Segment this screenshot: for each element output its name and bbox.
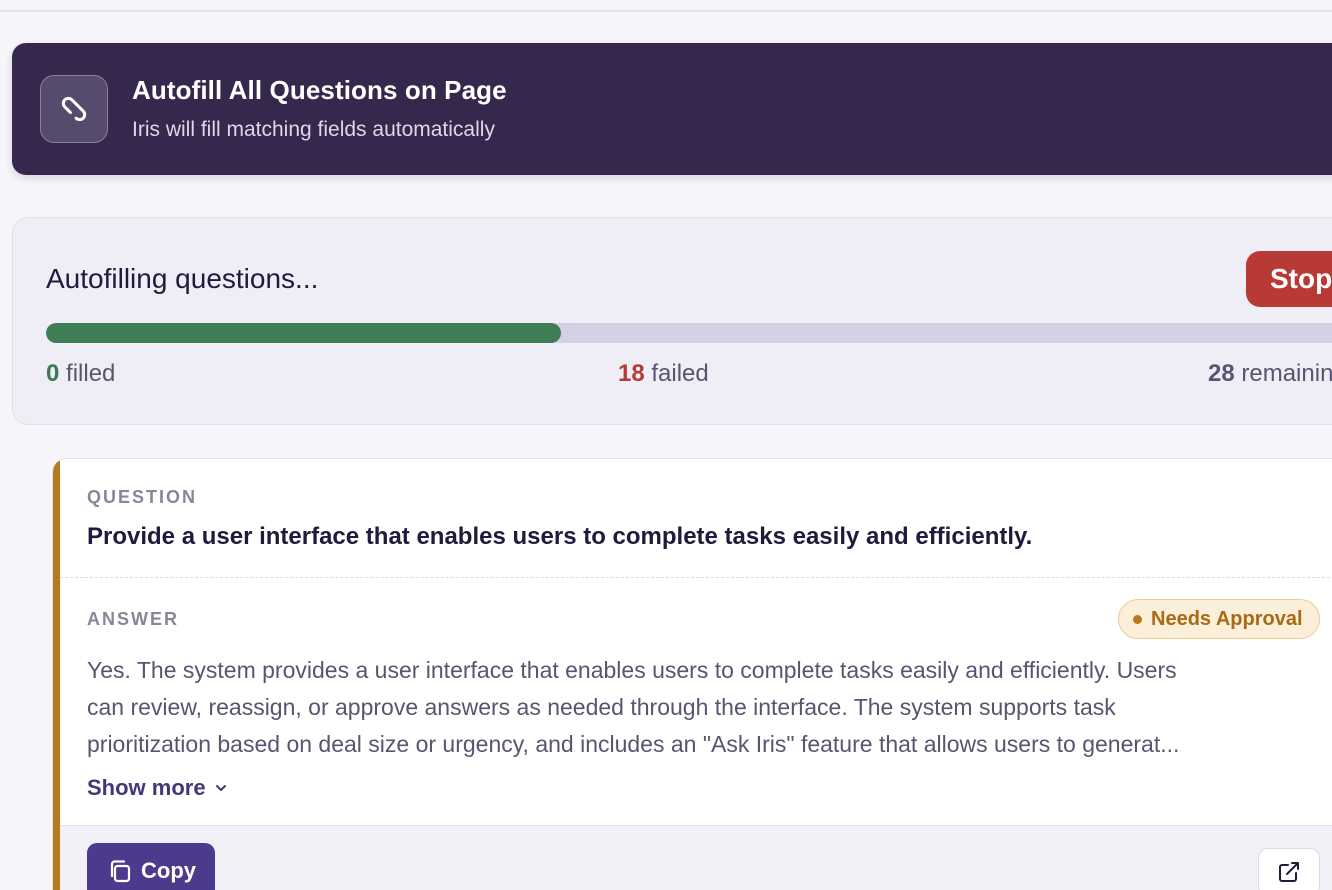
status-badge-label: Needs Approval <box>1151 608 1303 630</box>
answer-label: ANSWER <box>87 609 179 629</box>
progress-title: Autofilling questions... <box>46 263 319 294</box>
answer-line: prioritization based on deal size or urg… <box>87 731 1180 757</box>
autofill-progress-card: Autofilling questions... Stop 0 filled 1… <box>12 217 1332 425</box>
progress-bar <box>46 323 1332 343</box>
question-card: QUESTION Provide a user interface that e… <box>52 458 1332 890</box>
chevron-down-icon <box>215 785 226 791</box>
external-link-icon <box>1279 862 1299 882</box>
filled-count: 0 <box>46 360 60 387</box>
question-text: Provide a user interface that enables us… <box>87 523 1033 550</box>
banner-title: Autofill All Questions on Page <box>132 75 507 105</box>
failed-count: 18 <box>618 360 645 387</box>
copy-button[interactable]: Copy <box>87 843 215 890</box>
status-accent-bar <box>53 459 60 890</box>
show-more-label: Show more <box>87 775 206 800</box>
status-badge: Needs Approval <box>1118 599 1320 639</box>
show-more-button[interactable]: Show more <box>87 775 228 801</box>
stop-button[interactable]: Stop <box>1246 251 1332 307</box>
answer-text: Yes. The system provides a user interfac… <box>87 652 1319 763</box>
question-label: QUESTION <box>87 487 198 507</box>
question-answer-divider <box>60 577 1332 578</box>
failed-label: failed <box>651 360 709 387</box>
copy-label: Copy <box>141 858 196 883</box>
top-divider <box>0 0 1332 12</box>
banner-subtitle: Iris will fill matching fields automatic… <box>132 118 495 141</box>
answer-line: Yes. The system provides a user interfac… <box>87 657 1177 683</box>
status-dot-icon <box>1133 615 1142 624</box>
failed-stat: 18 failed <box>618 360 709 388</box>
progress-bar-fill <box>46 323 561 343</box>
paperclip-icon <box>40 75 108 143</box>
filled-stat: 0 filled <box>46 360 115 388</box>
autofill-all-banner[interactable]: Autofill All Questions on Page Iris will… <box>12 43 1332 175</box>
remaining-label: remaining <box>1241 360 1332 387</box>
remaining-count: 28 <box>1208 360 1235 387</box>
question-card-footer: Copy <box>60 825 1332 890</box>
copy-icon <box>110 860 131 883</box>
answer-line: can review, reassign, or approve answers… <box>87 694 1116 720</box>
open-external-button[interactable] <box>1258 848 1320 890</box>
filled-label: filled <box>66 360 116 387</box>
remaining-stat: 28 remaining <box>1208 360 1332 388</box>
